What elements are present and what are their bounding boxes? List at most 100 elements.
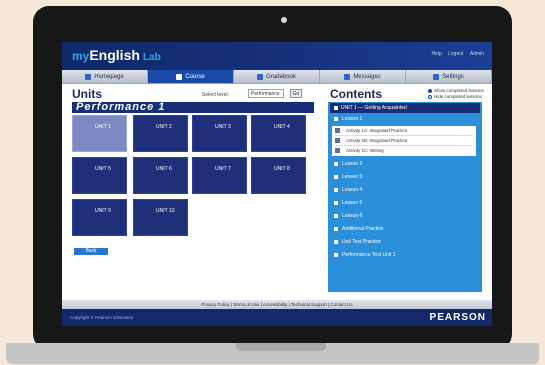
unit-label: UNIT 1	[95, 124, 111, 130]
unit-tile-3[interactable]: UNIT 3	[192, 115, 247, 152]
expand-icon	[334, 174, 338, 179]
lesson-label: Lesson 1	[342, 116, 363, 122]
level-select[interactable]: Performance	[248, 89, 284, 98]
collapse-icon	[334, 116, 338, 121]
show-completed-option[interactable]: Show completed lessons	[428, 88, 484, 93]
logo-prefix: my	[72, 49, 90, 63]
expand-icon	[334, 239, 338, 244]
unit-tile-8[interactable]: UNIT 8	[251, 157, 306, 194]
book-icon	[176, 73, 183, 80]
unit-label: UNIT 3	[215, 124, 231, 130]
unit-tile-6[interactable]: UNIT 6	[133, 157, 188, 194]
unit-tile-7[interactable]: UNIT 7	[192, 157, 247, 194]
writing-icon	[335, 148, 340, 154]
lesson-item[interactable]: Lesson 2	[330, 160, 480, 169]
tab-settings[interactable]: Settings	[406, 70, 492, 83]
activity-item[interactable]: Activity 1B: Integrated Practice	[335, 137, 473, 146]
lesson-label: Lesson 4	[342, 187, 363, 193]
tab-label: Course	[185, 73, 205, 80]
unit-label: UNIT 5	[95, 166, 111, 172]
expand-icon	[334, 200, 338, 205]
expand-icon	[334, 105, 338, 110]
lesson-label: Lesson 6	[342, 213, 363, 219]
units-heading: Units	[72, 87, 102, 101]
lesson-label: Additional Practice	[342, 226, 384, 232]
section-header: Performance 1	[72, 101, 314, 113]
app-header: myEnglish Lab Help Logout Admin	[62, 42, 492, 70]
expand-icon	[334, 187, 338, 192]
home-icon	[85, 73, 92, 80]
laptop-notch	[236, 343, 326, 351]
lesson-item[interactable]: Lesson 6	[330, 212, 480, 221]
admin-link[interactable]: Admin	[470, 51, 484, 57]
lesson-label: Unit Test Practice	[342, 239, 381, 245]
unit-label: UNIT 4	[274, 124, 290, 130]
go-button[interactable]: Go	[290, 89, 302, 98]
help-link[interactable]: Help	[431, 51, 441, 57]
lesson-item[interactable]: Lesson 4	[330, 186, 480, 195]
tab-label: Messages	[353, 73, 381, 80]
unit-label: UNIT 6	[156, 166, 172, 172]
logout-link[interactable]: Logout	[448, 51, 463, 57]
option-label: Show completed lessons	[434, 88, 484, 93]
lesson-label: Performance Test Unit 1	[342, 252, 396, 258]
unit-label: UNIT 9	[95, 208, 111, 214]
hide-completed-option[interactable]: Hide completed lessons	[428, 94, 482, 99]
unit-tile-9[interactable]: UNIT 9	[72, 199, 127, 236]
option-label: Hide completed lessons	[434, 94, 482, 99]
contents-heading: Contents	[330, 87, 382, 101]
lesson-item[interactable]: Unit Test Practice	[330, 238, 480, 247]
expand-icon	[334, 252, 338, 257]
tab-label: Homepage	[94, 73, 124, 80]
unit-heading-label: UNIT 1 — Getting Acquainted	[341, 105, 407, 111]
lesson-label: Lesson 3	[342, 174, 363, 180]
tab-course[interactable]: Course	[148, 70, 234, 83]
activity-label: Activity 1A: Integrated Practice	[346, 128, 408, 133]
footer-bar: Copyright © Pearson Education PEARSON	[62, 309, 492, 326]
main-nav: Homepage Course Gradebook Messages Setti…	[62, 70, 492, 84]
logo-suffix: Lab	[142, 52, 161, 63]
unit-tile-4[interactable]: UNIT 4	[251, 115, 306, 152]
gear-icon	[433, 73, 440, 80]
unit-label: UNIT 7	[215, 166, 231, 172]
webcam-icon	[281, 17, 287, 23]
lesson-heading[interactable]: Lesson 1	[330, 115, 480, 124]
tab-homepage[interactable]: Homepage	[62, 70, 148, 83]
lesson-item[interactable]: Additional Practice	[330, 225, 480, 234]
unit-tile-1[interactable]: UNIT 1	[72, 115, 127, 152]
mail-icon	[344, 73, 351, 80]
tab-messages[interactable]: Messages	[320, 70, 406, 83]
unit-tile-5[interactable]: UNIT 5	[72, 157, 127, 194]
lesson-item[interactable]: Lesson 3	[330, 173, 480, 182]
app-screen: myEnglish Lab Help Logout Admin Homepage …	[62, 42, 492, 326]
footer-links[interactable]: Privacy Policy | Terms of Use | Accessib…	[62, 300, 492, 309]
tab-gradebook[interactable]: Gradebook	[234, 70, 320, 83]
unit-label: UNIT 8	[274, 166, 290, 172]
logo-main: English	[89, 47, 140, 63]
expand-icon	[334, 161, 338, 166]
level-filter-label: Select level:	[202, 92, 229, 98]
unit-label: UNIT 2	[156, 124, 172, 130]
app-logo: myEnglish Lab	[72, 47, 161, 63]
contents-panel: UNIT 1 — Getting Acquainted Lesson 1 Act…	[328, 102, 482, 292]
section-title: Performance 1	[76, 101, 166, 113]
radio-icon	[428, 94, 432, 99]
unit-tile-10[interactable]: UNIT 10	[133, 199, 188, 236]
lesson-label: Lesson 5	[342, 200, 363, 206]
activity-item[interactable]: Activity 1A: Integrated Practice	[335, 127, 473, 136]
back-button[interactable]: Back	[74, 248, 108, 255]
activity-label: Activity 1C: Writing	[346, 148, 384, 153]
pearson-logo: PEARSON	[429, 312, 486, 323]
copyright-text: Copyright © Pearson Education	[70, 315, 134, 320]
lesson-item[interactable]: Performance Test Unit 1	[330, 251, 480, 260]
unit-heading[interactable]: UNIT 1 — Getting Acquainted	[330, 103, 480, 113]
lesson-item[interactable]: Lesson 5	[330, 199, 480, 208]
radio-icon	[428, 88, 432, 93]
unit-label: UNIT 10	[156, 208, 175, 214]
header-links: Help Logout Admin	[426, 51, 484, 57]
tab-label: Settings	[442, 73, 464, 80]
expand-icon	[334, 226, 338, 231]
activity-item[interactable]: Activity 1C: Writing	[335, 147, 473, 155]
unit-tile-2[interactable]: UNIT 2	[133, 115, 188, 152]
activity-list: Activity 1A: Integrated Practice Activit…	[332, 126, 476, 156]
